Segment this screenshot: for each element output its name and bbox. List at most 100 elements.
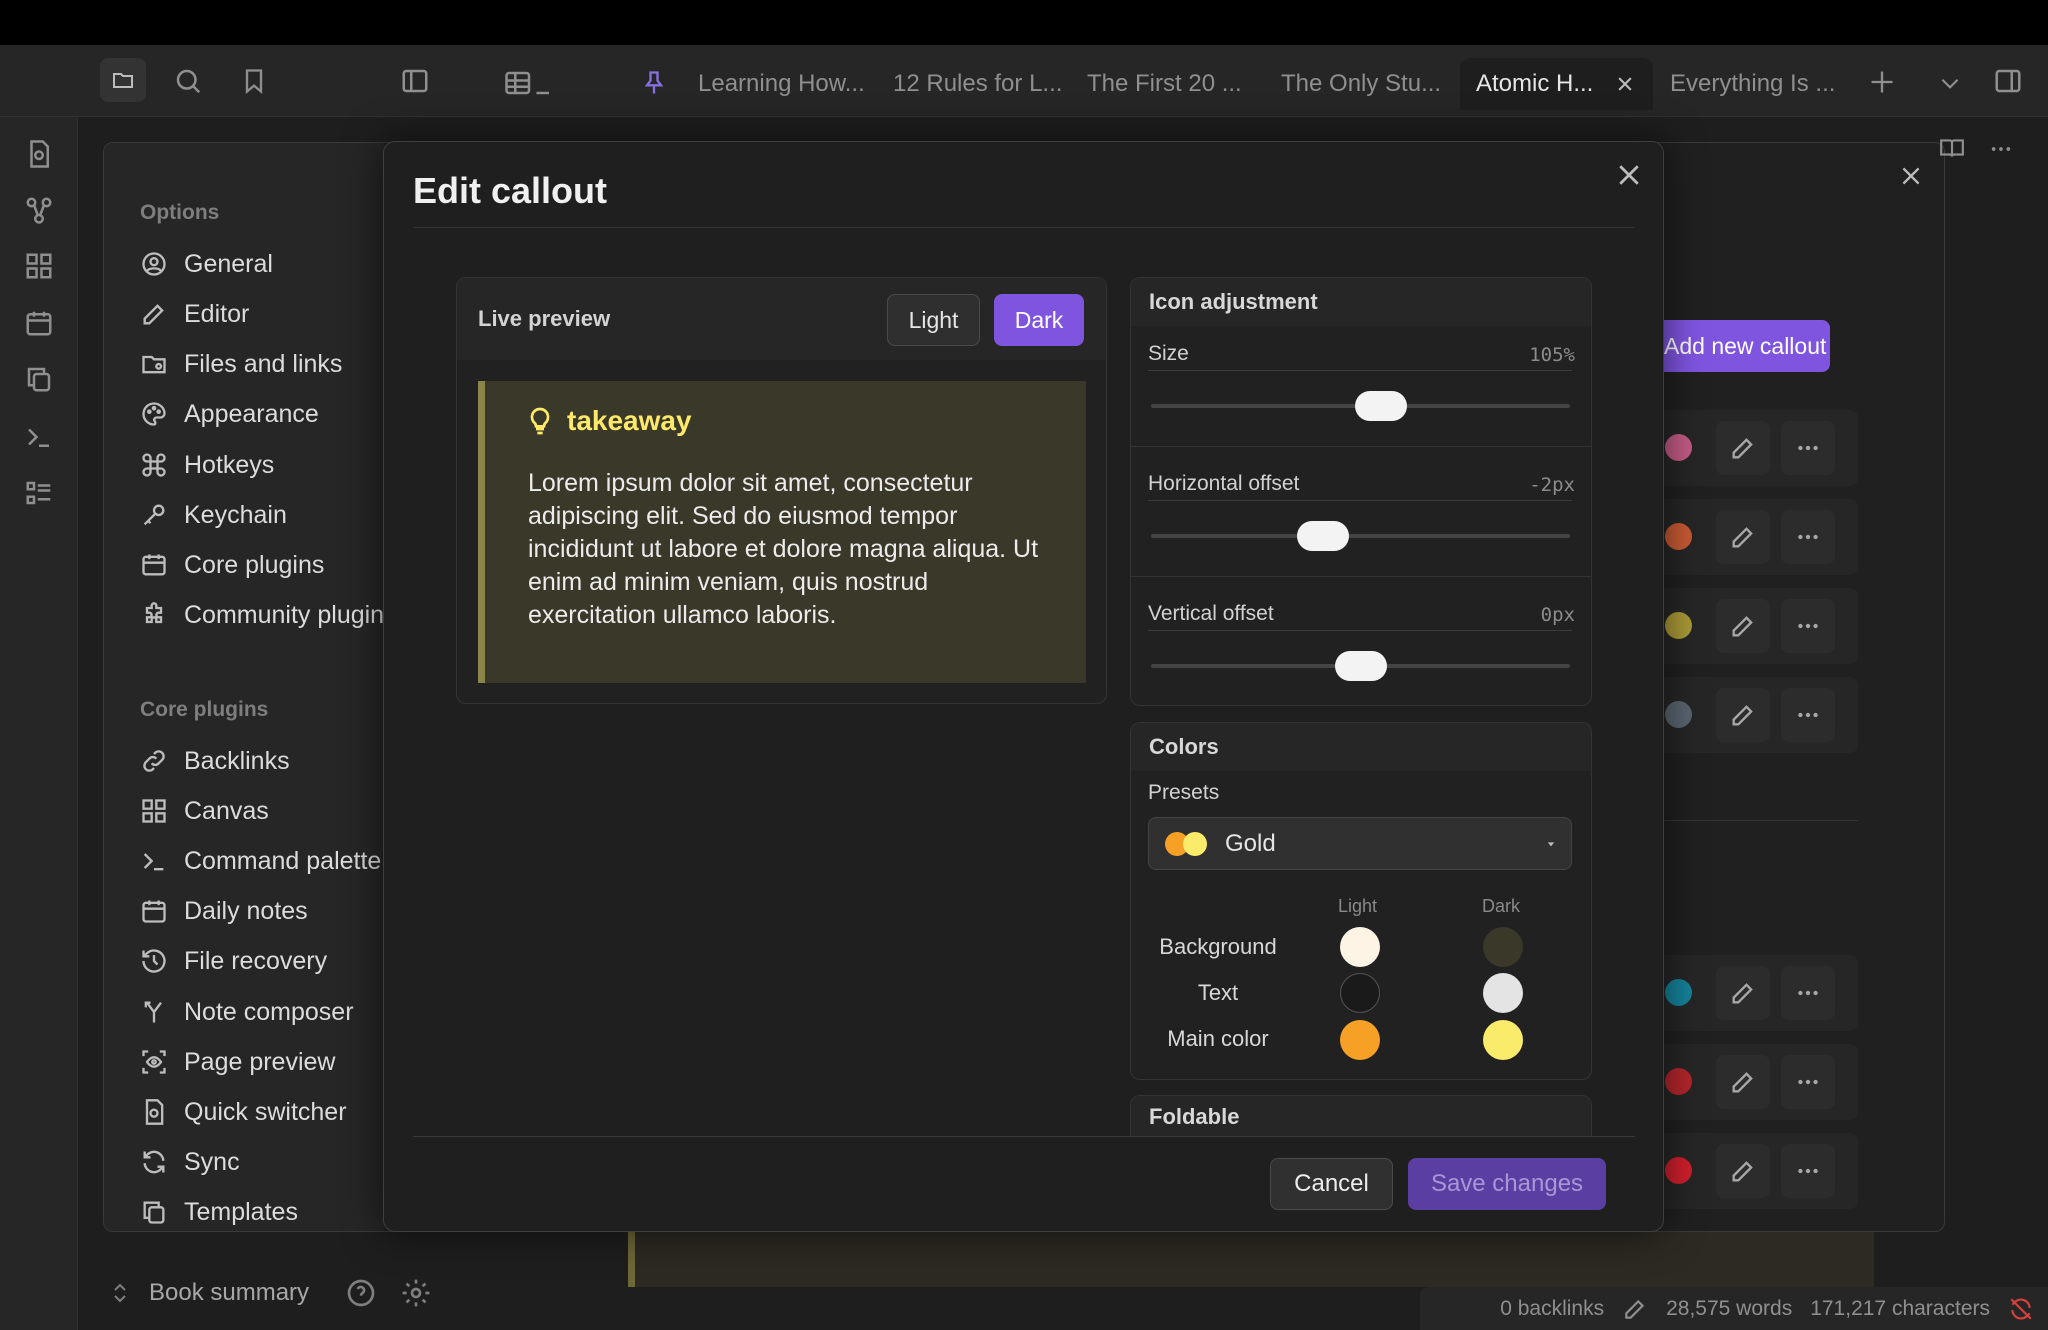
tab-label: Atomic H... bbox=[1476, 70, 1594, 97]
vertical-offset-slider[interactable] bbox=[1334, 651, 1387, 681]
folder-icon[interactable] bbox=[100, 58, 146, 102]
tab-atomic-habits[interactable]: Atomic H... bbox=[1460, 58, 1653, 110]
reading-view-icon[interactable] bbox=[1938, 135, 1966, 161]
list-icon[interactable] bbox=[24, 478, 54, 508]
pin-icon[interactable] bbox=[640, 68, 668, 98]
more-options-button[interactable] bbox=[1781, 1055, 1835, 1109]
file-search-icon[interactable] bbox=[24, 139, 54, 169]
preset-dropdown[interactable]: Gold bbox=[1148, 817, 1572, 870]
right-sidebar-toggle-icon[interactable] bbox=[1992, 66, 2024, 96]
dark-mode-button[interactable]: Dark bbox=[994, 294, 1084, 346]
light-mode-button[interactable]: Light bbox=[887, 294, 980, 346]
new-tab-icon[interactable] bbox=[1868, 68, 1896, 96]
more-options-button[interactable] bbox=[1781, 421, 1835, 475]
ellipsis-icon bbox=[1798, 445, 1818, 451]
nav-appearance[interactable]: Appearance bbox=[140, 394, 380, 434]
nav-hotkeys[interactable]: Hotkeys bbox=[140, 445, 380, 485]
edit-callout-button[interactable] bbox=[1716, 1055, 1770, 1109]
tab-only-stu[interactable]: The Only Stu... bbox=[1281, 58, 1441, 110]
list-divider bbox=[1660, 820, 1858, 821]
nav-page-preview[interactable]: Page preview bbox=[140, 1042, 380, 1082]
nav-quick-switcher[interactable]: Quick switcher bbox=[140, 1092, 380, 1132]
edit-callout-button[interactable] bbox=[1716, 1144, 1770, 1198]
tab-learning-how[interactable]: Learning How... bbox=[698, 58, 865, 110]
more-options-button[interactable] bbox=[1781, 599, 1835, 653]
settings-close-icon[interactable] bbox=[1898, 163, 1924, 189]
backlinks-count[interactable]: 0 backlinks bbox=[1500, 1297, 1604, 1321]
text-light-swatch[interactable] bbox=[1340, 973, 1380, 1013]
history-icon bbox=[140, 947, 168, 975]
grid-icon[interactable] bbox=[24, 251, 54, 281]
nav-daily-notes[interactable]: Daily notes bbox=[140, 891, 380, 931]
nav-backlinks[interactable]: Backlinks bbox=[140, 741, 380, 781]
more-options-icon[interactable] bbox=[1987, 138, 2015, 160]
status-bar: 0 backlinks 28,575 words 171,217 charact… bbox=[1420, 1287, 2048, 1330]
main-color-light-swatch[interactable] bbox=[1340, 1020, 1380, 1060]
word-count: 28,575 words bbox=[1666, 1296, 1793, 1320]
chevron-down-icon[interactable] bbox=[1937, 70, 1963, 96]
nav-templates[interactable]: Templates bbox=[140, 1192, 380, 1232]
tab-everything-is[interactable]: Everything Is ... bbox=[1670, 58, 1835, 110]
background-dark-swatch[interactable] bbox=[1483, 927, 1523, 967]
bookmark-icon[interactable] bbox=[240, 66, 268, 96]
background-light-swatch[interactable] bbox=[1340, 927, 1380, 967]
copy-icon[interactable] bbox=[24, 364, 54, 394]
search-icon[interactable] bbox=[173, 66, 203, 96]
text-color-label: Text bbox=[1197, 980, 1239, 1005]
gear-icon[interactable] bbox=[400, 1277, 432, 1309]
pencil-icon[interactable] bbox=[1622, 1296, 1648, 1322]
vertical-offset-label: Vertical offset bbox=[1148, 602, 1274, 625]
help-icon[interactable] bbox=[345, 1277, 377, 1309]
edit-callout-button[interactable] bbox=[1716, 688, 1770, 742]
more-options-button[interactable] bbox=[1781, 688, 1835, 742]
nav-note-composer[interactable]: Note composer bbox=[140, 992, 380, 1032]
terminal-icon[interactable] bbox=[24, 422, 54, 452]
nav-sync[interactable]: Sync bbox=[140, 1142, 380, 1182]
sidebar-toggle-icon[interactable] bbox=[399, 66, 431, 96]
text-dark-swatch[interactable] bbox=[1483, 973, 1523, 1013]
character-count: 171,217 characters bbox=[1810, 1296, 1990, 1320]
nav-files-and-links[interactable]: Files and links bbox=[140, 344, 380, 384]
folder-cog-icon bbox=[140, 350, 168, 378]
file-search-icon bbox=[140, 1098, 168, 1126]
nav-command-palette[interactable]: Command palette bbox=[140, 841, 384, 881]
vertical-offset-value: 0px bbox=[1540, 604, 1575, 626]
more-options-button[interactable] bbox=[1781, 966, 1835, 1020]
edit-callout-button[interactable] bbox=[1716, 599, 1770, 653]
sync-error-icon[interactable] bbox=[2008, 1296, 2034, 1322]
command-icon bbox=[140, 451, 168, 479]
nav-editor[interactable]: Editor bbox=[140, 294, 380, 334]
more-options-button[interactable] bbox=[1781, 510, 1835, 564]
nav-community-plugins[interactable]: Community plugins bbox=[140, 595, 384, 635]
horizontal-offset-value: -2px bbox=[1529, 474, 1575, 496]
cancel-button[interactable]: Cancel bbox=[1270, 1158, 1393, 1210]
add-callout-button[interactable]: Add new callout bbox=[1636, 320, 1830, 372]
edit-callout-button[interactable] bbox=[1716, 966, 1770, 1020]
nav-keychain[interactable]: Keychain bbox=[140, 495, 380, 535]
tab-first-20[interactable]: The First 20 ... bbox=[1087, 58, 1242, 110]
nav-file-recovery[interactable]: File recovery bbox=[140, 941, 380, 981]
chevron-updown-icon[interactable] bbox=[108, 1278, 132, 1308]
nav-core-plugins[interactable]: Core plugins bbox=[140, 545, 380, 585]
more-options-button[interactable] bbox=[1781, 1144, 1835, 1198]
edit-callout-button[interactable] bbox=[1716, 510, 1770, 564]
horizontal-offset-slider[interactable] bbox=[1296, 521, 1349, 551]
main-color-dark-swatch[interactable] bbox=[1483, 1020, 1523, 1060]
scan-eye-icon bbox=[140, 1048, 168, 1076]
close-icon[interactable] bbox=[1614, 160, 1644, 190]
save-changes-button[interactable]: Save changes bbox=[1408, 1158, 1606, 1210]
table-icon[interactable] bbox=[503, 68, 555, 98]
calendar-icon[interactable] bbox=[24, 308, 54, 338]
vault-name[interactable]: Book summary bbox=[149, 1279, 309, 1307]
size-slider[interactable] bbox=[1355, 391, 1408, 421]
edit-callout-button[interactable] bbox=[1716, 421, 1770, 475]
nav-general[interactable]: General bbox=[140, 244, 380, 284]
footer-divider bbox=[413, 1136, 1635, 1137]
modal-title: Edit callout bbox=[413, 170, 608, 211]
colors-heading: Colors bbox=[1131, 723, 1591, 771]
close-icon[interactable] bbox=[1615, 74, 1635, 94]
graph-icon[interactable] bbox=[24, 195, 54, 225]
icon-adjustment-heading: Icon adjustment bbox=[1131, 278, 1591, 326]
nav-canvas[interactable]: Canvas bbox=[140, 791, 380, 831]
tab-12-rules[interactable]: 12 Rules for L... bbox=[893, 58, 1062, 110]
